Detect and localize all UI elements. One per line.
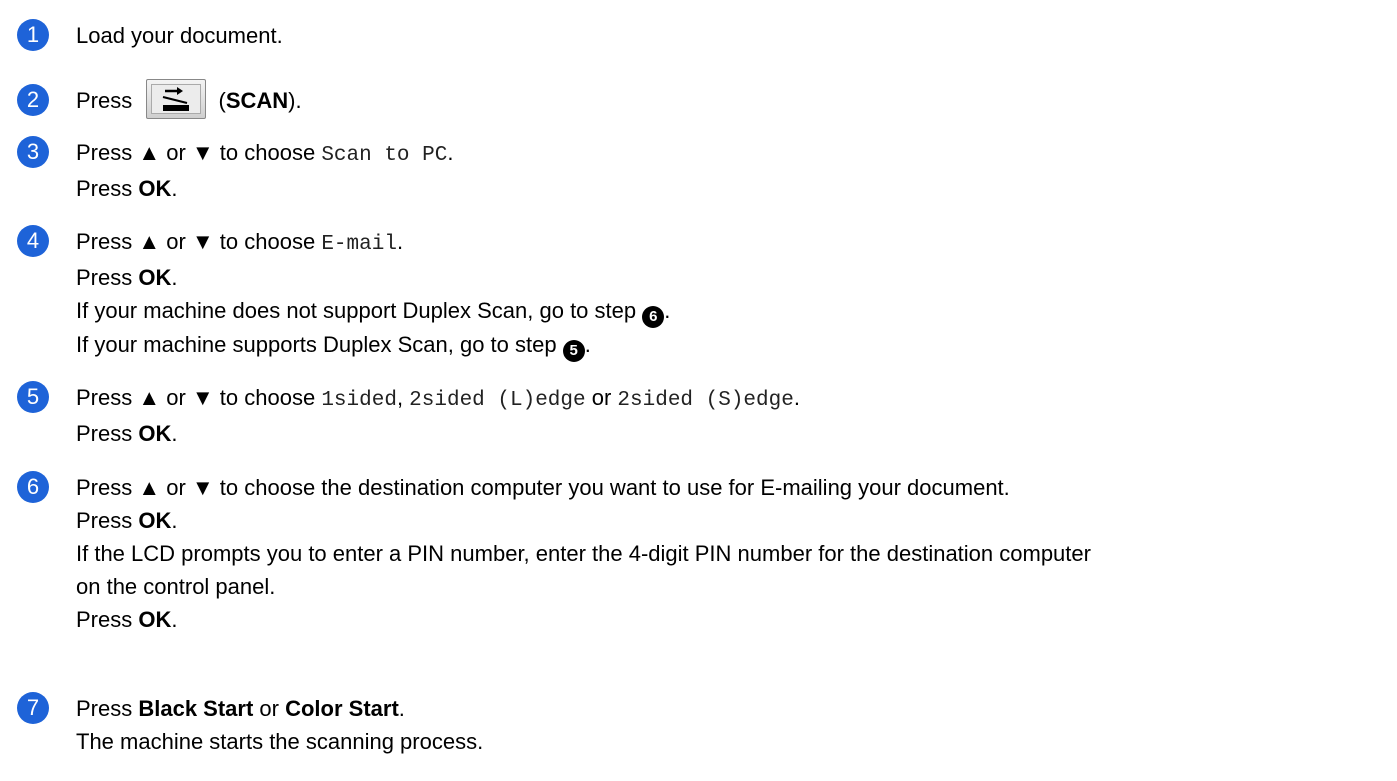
step-number-badge: 6 <box>17 471 49 503</box>
step-number-badge: 3 <box>17 136 49 168</box>
scan-label: SCAN <box>225 88 289 113</box>
lcd-option: 2sided (S)edge <box>617 389 794 412</box>
step-reference: 5 <box>562 340 585 362</box>
step-text: Press ▲ or ▼ to choose Scan to PC. Press… <box>76 140 454 201</box>
ok-key-label: OK <box>138 508 172 533</box>
step-text: Press (SCAN). <box>76 79 1397 120</box>
instruction: Load your document. <box>76 23 283 48</box>
ok-key-label: OK <box>138 265 172 290</box>
step-number-badge: 7 <box>17 692 49 724</box>
ok-key-label: OK <box>138 607 172 632</box>
step-text: Press ▲ or ▼ to choose 1sided, 2sided (L… <box>76 385 800 446</box>
step-text: Press Black Start or Color Start. The ma… <box>76 696 484 754</box>
step-reference: 6 <box>642 306 665 328</box>
step-number-badge: 1 <box>17 19 49 51</box>
step-number-badge: 4 <box>17 225 49 257</box>
lcd-option: 1sided <box>321 389 397 412</box>
scan-key-icon <box>146 79 207 120</box>
lcd-option: Scan to PC <box>321 144 448 167</box>
step-number-badge: 5 <box>17 381 49 413</box>
color-start-label: Color Start <box>285 696 399 721</box>
step-text: Load your document. <box>76 19 1397 52</box>
black-start-label: Black Start <box>138 696 254 721</box>
lcd-option: E-mail <box>321 233 397 256</box>
step-text: Press ▲ or ▼ to choose the destination c… <box>76 475 1091 632</box>
lcd-option: 2sided (L)edge <box>409 389 586 412</box>
step-number-badge: 2 <box>17 84 49 116</box>
ok-key-label: OK <box>138 421 172 446</box>
step-text: Press ▲ or ▼ to choose E-mail. Press OK.… <box>76 225 1397 362</box>
press-label: Press <box>76 88 133 113</box>
ok-key-label: OK <box>138 176 172 201</box>
